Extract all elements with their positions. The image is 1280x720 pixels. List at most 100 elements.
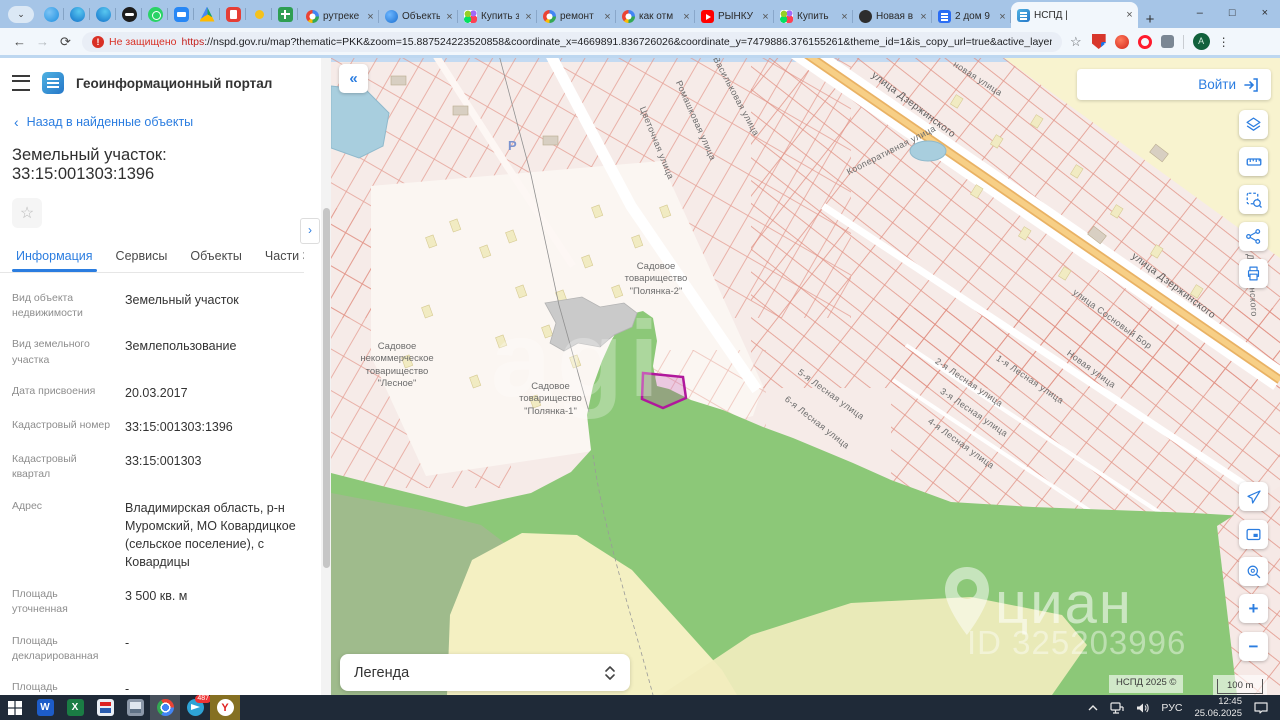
url-text: https://nspd.gov.ru/map?thematic=PKK&zoo…: [182, 36, 1053, 48]
window-close-button[interactable]: ×: [1262, 7, 1268, 19]
browser-tab[interactable]: как отм×: [616, 5, 695, 28]
favorite-button[interactable]: ☆: [12, 198, 42, 228]
tab-close-icon[interactable]: ×: [918, 11, 929, 23]
map-attribution: НСПД 2025 ©: [1109, 675, 1183, 693]
adblock-shield-icon[interactable]: 1: [1092, 34, 1106, 49]
select-area-button[interactable]: [1239, 185, 1268, 214]
pinned-tab[interactable]: [272, 0, 298, 28]
taskbar-app[interactable]: [120, 695, 150, 720]
browser-tab[interactable]: 2 дом 9×: [932, 5, 1011, 28]
pinned-tab[interactable]: [116, 0, 142, 28]
tray-expand-icon[interactable]: [1088, 704, 1098, 712]
portal-logo-icon[interactable]: [42, 72, 64, 94]
taskbar-chrome[interactable]: [150, 695, 180, 720]
tab-label: рутреке: [323, 11, 361, 22]
browser-tab[interactable]: Объекты×: [379, 5, 458, 28]
network-icon[interactable]: [1110, 702, 1124, 714]
locate-button[interactable]: [1239, 482, 1268, 511]
browser-menu-icon[interactable]: ⋮: [1218, 35, 1230, 49]
address-bar[interactable]: ! Не защищено https://nspd.gov.ru/map?th…: [82, 32, 1062, 52]
browser-tab[interactable]: рутреке ×: [300, 5, 379, 28]
tab-close-icon[interactable]: ×: [997, 11, 1008, 23]
tab-objects[interactable]: Объекты: [190, 249, 242, 263]
map-container: agi циан ID 325203996 Цветочная улица Ро…: [331, 58, 1280, 695]
tab-close-icon[interactable]: ×: [523, 11, 534, 23]
field-value: 3 500 кв. м: [115, 587, 307, 617]
avito-favicon: [464, 10, 477, 23]
browser-tab-active[interactable]: НСПД |×: [1011, 2, 1138, 28]
new-tab-button[interactable]: +: [1138, 11, 1162, 28]
map-search-icon: [1245, 563, 1262, 580]
tabs-scroll-right-button[interactable]: ›: [300, 218, 320, 244]
taskbar-telegram[interactable]: 487: [180, 695, 210, 720]
browser-tab[interactable]: Купить×: [774, 5, 853, 28]
browser-tab[interactable]: РЫНКУ×: [695, 5, 774, 28]
start-button[interactable]: [0, 695, 30, 720]
profile-avatar[interactable]: A: [1193, 33, 1210, 50]
browser-tab[interactable]: ремонт×: [537, 5, 616, 28]
print-button[interactable]: [1239, 259, 1268, 288]
language-indicator[interactable]: РУС: [1161, 702, 1182, 714]
window-maximize-button[interactable]: □: [1229, 7, 1236, 19]
minimap-button[interactable]: [1239, 520, 1268, 549]
field-row: Дата присвоения20.03.2017: [12, 376, 307, 410]
field-row: Площадь уточненная3 500 кв. м: [12, 579, 307, 625]
layers-button[interactable]: [1239, 110, 1268, 139]
tab-close-icon[interactable]: ×: [839, 11, 850, 23]
volume-icon[interactable]: [1136, 702, 1149, 714]
pinned-tab[interactable]: [168, 0, 194, 28]
browser-tab[interactable]: Новая в×: [853, 5, 932, 28]
tab-close-icon[interactable]: ×: [365, 11, 376, 23]
tab-parts[interactable]: Части ЗУ: [265, 249, 304, 263]
pinned-tab[interactable]: [90, 0, 116, 28]
action-center-icon[interactable]: [1254, 702, 1268, 714]
login-button[interactable]: Войти: [1077, 69, 1271, 100]
pinned-tab[interactable]: [220, 0, 246, 28]
sidebar-scrollbar[interactable]: [321, 58, 331, 695]
red-extension-icon[interactable]: [1115, 35, 1129, 49]
tab-close-icon[interactable]: ×: [760, 11, 771, 23]
scrollbar-thumb[interactable]: [323, 208, 330, 568]
pinned-tab[interactable]: [142, 0, 168, 28]
login-label: Войти: [1198, 77, 1236, 92]
bookmark-star-icon[interactable]: ☆: [1070, 34, 1082, 50]
field-row: Кадастровый номер33:15:001303:1396: [12, 410, 307, 444]
pinned-tabs: [38, 0, 298, 28]
clock[interactable]: 12:45 25.06.2025: [1194, 696, 1242, 719]
back-to-results-link[interactable]: ‹ Назад в найденные объекты: [0, 94, 321, 130]
tab-close-icon[interactable]: ×: [602, 11, 613, 23]
taskbar-yandex[interactable]: Y: [210, 695, 240, 720]
forward-button[interactable]: →: [31, 34, 54, 49]
collapse-panel-button[interactable]: «: [339, 64, 368, 93]
window-minimize-button[interactable]: –: [1197, 7, 1203, 19]
layers-icon: [1245, 116, 1262, 133]
taskbar-word[interactable]: W: [30, 695, 60, 720]
search-on-map-button[interactable]: [1239, 557, 1268, 586]
browser-tab[interactable]: Купить з ×: [458, 5, 537, 28]
taskbar-app[interactable]: [90, 695, 120, 720]
tab-close-icon[interactable]: ×: [444, 11, 455, 23]
measure-button[interactable]: [1239, 147, 1268, 176]
tab-information[interactable]: Информация: [16, 249, 93, 263]
back-button[interactable]: ←: [8, 34, 31, 49]
share-button[interactable]: [1239, 222, 1268, 251]
reload-button[interactable]: ⟳: [54, 34, 77, 50]
extensions-puzzle-icon[interactable]: [1161, 35, 1174, 48]
tab-search-icon[interactable]: ⌄: [8, 6, 34, 23]
taskbar-excel[interactable]: X: [60, 695, 90, 720]
zoom-in-button[interactable]: +: [1239, 594, 1268, 623]
tab-label: Купить з: [481, 11, 519, 22]
pinned-tab[interactable]: [246, 0, 272, 28]
legend-toggle[interactable]: Легенда: [340, 654, 630, 691]
tab-close-icon[interactable]: ×: [681, 11, 692, 23]
menu-hamburger-icon[interactable]: [12, 75, 30, 91]
tab-services[interactable]: Сервисы: [116, 249, 168, 263]
pinned-tab[interactable]: [38, 0, 64, 28]
tab-close-icon[interactable]: ×: [1124, 9, 1135, 21]
pinned-tab[interactable]: [194, 0, 220, 28]
app-icon: [97, 699, 114, 716]
windows-taskbar: W X 487 Y РУС 12:45 25.06.2025: [0, 695, 1280, 720]
zoom-out-button[interactable]: −: [1239, 632, 1268, 661]
opera-ring-icon[interactable]: [1138, 35, 1152, 49]
pinned-tab[interactable]: [64, 0, 90, 28]
